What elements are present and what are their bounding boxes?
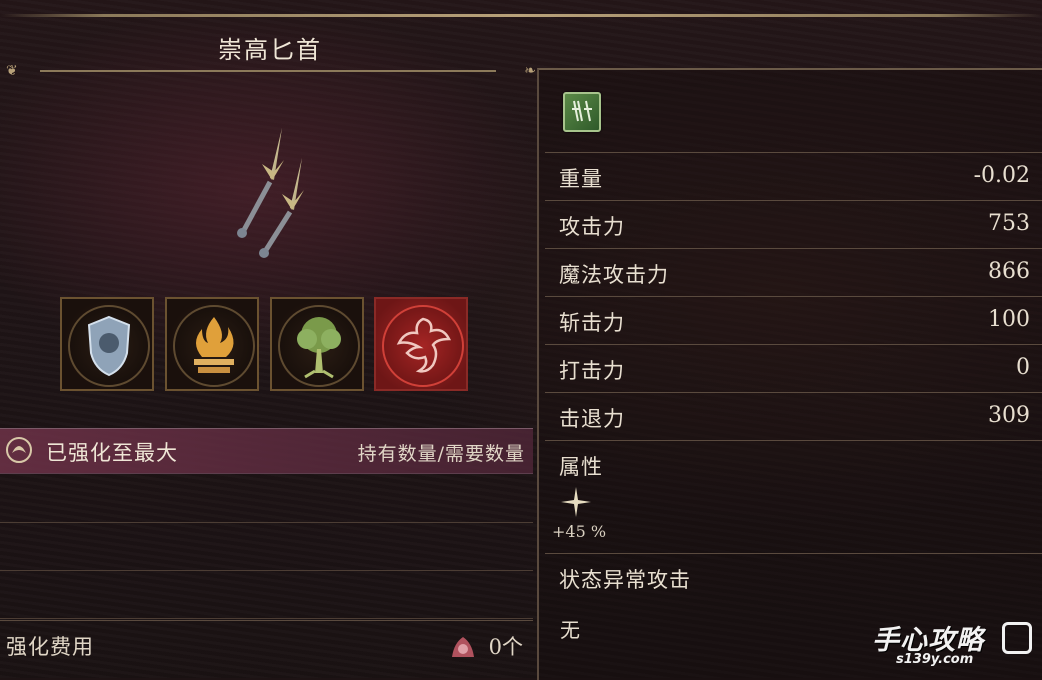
item-title: 崇高匕首 (218, 36, 322, 64)
title-ornament: ❦ ❧ (0, 62, 536, 80)
attribute-row: 属性 (545, 440, 1042, 553)
affinity-tree[interactable] (270, 297, 364, 391)
stat-label: 击退力 (559, 407, 625, 431)
stat-row-magic-attack: 魔法攻击力 866 (545, 248, 1042, 297)
tree-icon (297, 317, 341, 379)
status-attack-label: 状态异常攻击 (559, 568, 691, 592)
affinity-lion-shield[interactable] (60, 297, 154, 391)
material-row (0, 570, 533, 619)
upgrade-emblem-icon (6, 437, 32, 463)
watermark-logo-icon (1002, 622, 1032, 654)
stat-row-slash: 斩击力 100 (545, 296, 1042, 345)
site-watermark: 手心攻略 s139y.com (868, 618, 1038, 674)
stat-row-poise: 击退力 309 (545, 392, 1042, 441)
stat-label: 魔法攻击力 (559, 263, 669, 287)
stat-row-attack: 攻击力 753 (545, 200, 1042, 249)
upgrade-cost-row: 强化费用 0个 (0, 620, 533, 671)
stat-value: 0 (1016, 355, 1030, 380)
held-required-header: 持有数量/需要数量 (357, 443, 525, 465)
stat-value: 100 (988, 307, 1030, 332)
upgrade-cost-label: 强化费用 (6, 635, 94, 659)
stat-label: 重量 (559, 167, 603, 191)
soul-currency-icon (452, 637, 474, 657)
star-burst-icon (561, 487, 591, 517)
stat-row-weight: 重量 -0.02 (545, 152, 1042, 201)
ornament-right-icon: ❧ (524, 63, 536, 79)
lion-shield-icon (87, 315, 131, 377)
top-divider (0, 14, 1042, 17)
attribute-label: 属性 (559, 455, 603, 479)
stat-value: 309 (988, 403, 1030, 428)
upgrade-status-row: 已强化至最大 持有数量/需要数量 (0, 428, 533, 474)
stat-value: -0.02 (973, 163, 1030, 188)
stat-row-strike: 打击力 0 (545, 344, 1042, 393)
stat-label: 攻击力 (559, 215, 625, 239)
stat-label: 打击力 (559, 359, 625, 383)
twin-daggers-icon (210, 120, 330, 260)
stat-value: 866 (988, 259, 1030, 284)
watermark-url: s139y.com (896, 652, 974, 667)
attribute-value: +45 % (552, 522, 607, 541)
dragon-icon (396, 317, 452, 373)
material-row (0, 522, 533, 571)
material-row (0, 474, 533, 523)
dagger-category-icon (563, 92, 601, 132)
affinity-dragon[interactable] (374, 297, 468, 391)
stat-value: 753 (988, 211, 1030, 236)
upgrade-status-label: 已强化至最大 (46, 441, 178, 465)
upgrade-cost-value: 0个 (488, 635, 523, 659)
affinity-flame-altar[interactable] (165, 297, 259, 391)
flame-altar-icon (194, 317, 234, 373)
status-attack-value: 无 (560, 618, 580, 642)
stat-label: 斩击力 (559, 311, 625, 335)
